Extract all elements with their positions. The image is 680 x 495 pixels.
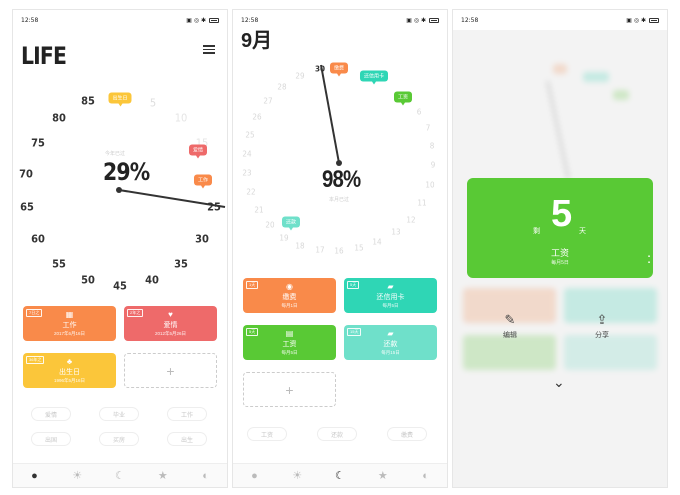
battery-icon <box>209 17 219 23</box>
status-bar: 12:58 ▣ ◎ ✱ <box>233 10 447 30</box>
card-tag: 7日之 <box>26 309 43 317</box>
card-title: 还款 <box>383 340 398 348</box>
card-title: 缴费 <box>282 293 297 301</box>
sun-icon[interactable]: ☀ <box>67 469 87 482</box>
share-icon: ⇪ <box>596 312 608 327</box>
share-label: 分享 <box>595 332 609 339</box>
add-card-button[interactable]: + <box>124 353 217 388</box>
add-card-button[interactable]: + <box>243 372 336 407</box>
month-dial: 30 29 28 27 26 25 24 23 22 21 20 19 18 1… <box>233 60 447 270</box>
moneybag-icon: ◉ <box>286 281 293 291</box>
wallet-icon: ▰ <box>387 281 394 291</box>
card-title: 还信用卡 <box>376 293 405 301</box>
sun-icon[interactable]: ☀ <box>287 469 307 482</box>
moon-icon[interactable]: ☾ <box>110 469 130 482</box>
days-unit: 天 <box>579 228 586 235</box>
menu-icon[interactable] <box>203 43 215 56</box>
edit-button[interactable]: ✎ 编辑 <box>503 312 517 340</box>
chevron-down-icon[interactable]: ⌄ <box>553 374 565 391</box>
share-button[interactable]: ⇪ 分享 <box>595 312 609 340</box>
card-title: 爱情 <box>163 321 178 329</box>
screen-month: 12:58 ▣ ◎ ✱ 9月 30 29 28 27 26 25 24 23 2… <box>233 10 447 487</box>
tag-pill[interactable]: 出国 <box>31 432 71 446</box>
cake-icon: ♣ <box>66 356 73 366</box>
card-repay[interactable]: 15天 ▰ 还款 每月15日 <box>344 325 437 360</box>
card-tag: 15天 <box>347 328 362 336</box>
screen-detail: 12:58 ▣ ◎ ✱ 剩 5 天 工资 每月5日 ▪ ▪ ✎ 编辑 ⇪ 分享 ⌄ <box>453 10 667 487</box>
tag-pill[interactable]: 爱情 <box>31 407 71 421</box>
dial-hand <box>116 187 226 208</box>
detail-sub: 每月5日 <box>551 260 569 266</box>
star-icon[interactable]: ★ <box>153 469 173 482</box>
battery-icon <box>429 17 439 23</box>
edit-icon: ✎ <box>504 312 516 327</box>
tab-bar: ● ☀ ☾ ★ ◐ <box>13 463 227 487</box>
remain-label: 剩 <box>533 228 540 235</box>
card-date: 每月1日 <box>281 302 298 308</box>
person-icon[interactable]: ● <box>24 470 44 482</box>
tag-pill[interactable]: 缴费 <box>387 427 427 441</box>
detail-title: 工资 <box>550 248 569 258</box>
status-bar: 12:58 ▣ ◎ ✱ <box>13 10 227 30</box>
card-tag: 1天 <box>246 281 259 289</box>
tag-pill[interactable]: 买房 <box>99 432 139 446</box>
tag-pill[interactable]: 还款 <box>317 427 357 441</box>
page-title: LIFE <box>21 42 67 70</box>
tab-bar: ● ☀ ☾ ★ ◐ <box>233 463 447 487</box>
yin-yang-icon[interactable]: ◐ <box>196 470 216 482</box>
status-time: 12:58 <box>461 16 479 24</box>
tag-pill[interactable]: 工资 <box>247 427 287 441</box>
card-title: 工作 <box>62 321 77 329</box>
card-tag: 36年之 <box>26 356 45 364</box>
tag-pill[interactable]: 毕业 <box>99 407 139 421</box>
card-tag: 2年之 <box>127 309 144 317</box>
life-dial: 85 80 75 70 65 60 55 50 45 40 35 30 25 5… <box>13 70 227 300</box>
dial-hand <box>320 64 342 166</box>
card-credit-card[interactable]: 5天 ▰ 还信用卡 每月5日 <box>344 278 437 313</box>
yin-yang-icon[interactable]: ◐ <box>416 470 436 482</box>
card-salary[interactable]: 5天 ▤ 工资 每月5日 <box>243 325 336 360</box>
tag-pill[interactable]: 工作 <box>167 407 207 421</box>
status-bar: 12:58 ▣ ◎ ✱ <box>453 10 667 30</box>
tag-pill[interactable]: 出生 <box>167 432 207 446</box>
card-date: 每月15日 <box>381 349 400 355</box>
battery-icon <box>649 17 659 23</box>
card-date: 每月5日 <box>382 302 399 308</box>
screen-life: 12:58 ▣ ◎ ✱ LIFE 85 80 75 70 65 60 55 50… <box>13 10 227 487</box>
status-time: 12:58 <box>21 16 39 24</box>
card-birthday[interactable]: 36年之 ♣ 出生日 1996年5月16日 <box>23 353 116 388</box>
ticket-icon: ▤ <box>285 328 294 338</box>
person-icon[interactable]: ● <box>244 470 264 482</box>
card-tag: 5天 <box>347 281 360 289</box>
card-date: 2017年6月16日 <box>53 330 86 336</box>
card-fee[interactable]: 1天 ◉ 缴费 每月1日 <box>243 278 336 313</box>
card-love[interactable]: 2年之 ♥ 爱情 2012年5月26日 <box>124 306 217 341</box>
card-work[interactable]: 7日之 ▦ 工作 2017年6月16日 <box>23 306 116 341</box>
status-icons: ▣ ◎ ✱ <box>186 17 219 24</box>
moon-icon[interactable]: ☾ <box>330 469 350 482</box>
heart-icon: ♥ <box>168 309 173 319</box>
days-value: 5 <box>551 193 573 235</box>
edit-label: 编辑 <box>503 332 517 339</box>
star-icon[interactable]: ★ <box>373 469 393 482</box>
card-date: 2012年5月26日 <box>154 330 187 336</box>
status-time: 12:58 <box>241 16 259 24</box>
calendar-icon: ▦ <box>65 309 74 319</box>
card-tag: 5天 <box>246 328 259 336</box>
card-title: 工资 <box>282 340 297 348</box>
detail-card: 剩 5 天 工资 每月5日 ▪ ▪ <box>467 178 653 278</box>
card-date: 每月5日 <box>281 349 298 355</box>
ticket-icon: ▪ ▪ <box>647 254 650 266</box>
card-title: 出生日 <box>59 368 80 376</box>
wallet-icon: ▰ <box>387 328 394 338</box>
card-date: 1996年5月16日 <box>53 377 86 383</box>
